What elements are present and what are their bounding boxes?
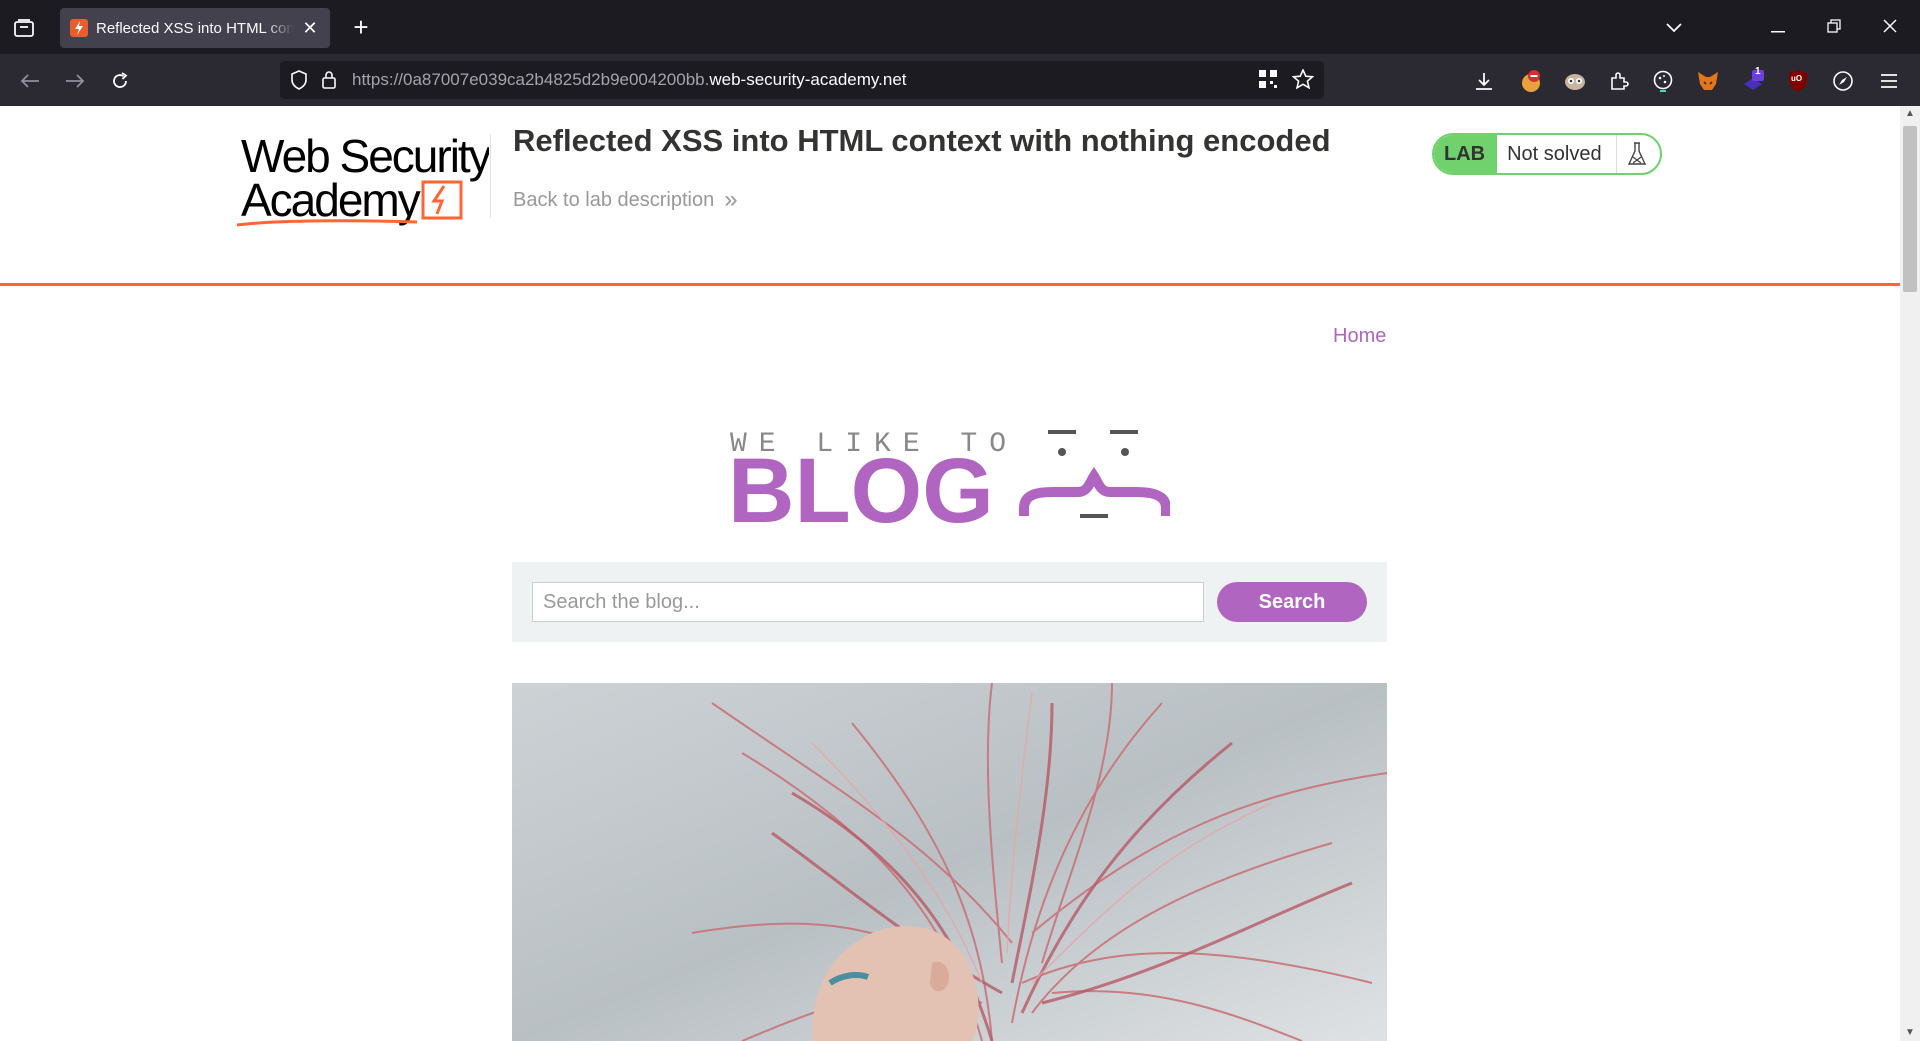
browser-window: Reflected XSS into HTML context with not… bbox=[0, 0, 1920, 1041]
lab-favicon-icon bbox=[70, 19, 88, 37]
metamask-icon[interactable] bbox=[1694, 67, 1722, 95]
web-security-academy-logo[interactable]: Web Security Academy bbox=[236, 130, 494, 230]
new-tab-button[interactable]: + bbox=[346, 13, 376, 43]
blog-banner-logo: WE LIKE TO BLOG bbox=[728, 404, 1171, 542]
tab-strip: Reflected XSS into HTML context with not… bbox=[0, 0, 1920, 54]
tracking-protection-shield-icon[interactable] bbox=[288, 69, 310, 91]
reload-icon[interactable] bbox=[104, 65, 136, 97]
extension-badge: 1 bbox=[1755, 66, 1761, 77]
scroll-up-arrow-icon[interactable]: ▲ bbox=[1900, 106, 1920, 122]
search-panel: Search the blog... Search bbox=[512, 562, 1387, 642]
lab-title: Reflected XSS into HTML context with not… bbox=[513, 123, 1331, 158]
navigation-toolbar: https://0a87007e039ca2b4825d2b9e004200bb… bbox=[0, 54, 1920, 106]
close-window-button[interactable] bbox=[1870, 12, 1910, 42]
flask-icon bbox=[1617, 141, 1657, 167]
qr-code-icon[interactable] bbox=[1258, 69, 1278, 94]
tab-close-icon[interactable]: ✕ bbox=[300, 18, 320, 39]
url-text[interactable]: https://0a87007e039ca2b4825d2b9e004200bb… bbox=[352, 70, 907, 90]
nav-home-link[interactable]: Home bbox=[1333, 325, 1386, 348]
bookmark-star-icon[interactable] bbox=[1291, 68, 1315, 94]
banner-big-text: BLOG bbox=[728, 440, 994, 524]
logo-line2: Academy bbox=[241, 174, 421, 226]
minimize-button[interactable] bbox=[1758, 12, 1798, 42]
active-tab[interactable]: Reflected XSS into HTML context with not… bbox=[60, 8, 330, 48]
lab-status-text: Not solved bbox=[1497, 135, 1617, 173]
search-input[interactable]: Search the blog... bbox=[532, 582, 1204, 622]
cookie-icon[interactable] bbox=[1649, 67, 1677, 95]
ublock-origin-icon[interactable]: uO bbox=[1784, 67, 1812, 95]
web-page: Web Security Academy Reflected XSS into … bbox=[0, 106, 1900, 1041]
tab-title: Reflected XSS into HTML context with not… bbox=[96, 19, 294, 37]
page-scrollbar[interactable]: ▲ ▼ bbox=[1900, 106, 1920, 1041]
double-chevron-right-icon: » bbox=[724, 186, 738, 213]
privacy-badger-icon[interactable] bbox=[1561, 67, 1589, 95]
forward-arrow-icon[interactable] bbox=[59, 65, 91, 97]
lab-status-widget: LAB Not solved bbox=[1432, 133, 1662, 175]
list-all-tabs-button[interactable] bbox=[1654, 12, 1694, 42]
blog-post-image[interactable] bbox=[512, 683, 1387, 1041]
firefox-view-icon[interactable] bbox=[10, 14, 38, 42]
header-divider bbox=[490, 134, 491, 218]
back-arrow-icon[interactable] bbox=[14, 65, 46, 97]
compass-icon[interactable] bbox=[1829, 67, 1857, 95]
lab-header: Web Security Academy Reflected XSS into … bbox=[0, 106, 1900, 286]
url-bar-actions bbox=[1258, 68, 1315, 94]
extensions-icon[interactable] bbox=[1605, 67, 1633, 95]
notification-extension-icon[interactable]: 1 bbox=[1739, 66, 1767, 95]
search-button[interactable]: Search bbox=[1217, 582, 1367, 622]
ublock-label: uO bbox=[1791, 74, 1803, 83]
lock-icon[interactable] bbox=[318, 69, 340, 91]
back-link-text: Back to lab description bbox=[513, 188, 715, 211]
lab-badge: LAB bbox=[1434, 135, 1498, 173]
scroll-thumb[interactable] bbox=[1903, 126, 1917, 292]
url-prefix: https://0a87007e039ca2b4825d2b9e004200bb… bbox=[352, 70, 710, 89]
scroll-down-arrow-icon[interactable]: ▼ bbox=[1900, 1025, 1920, 1041]
ublock-stop-icon[interactable] bbox=[1517, 67, 1545, 95]
download-icon[interactable] bbox=[1470, 67, 1498, 95]
url-bar[interactable]: https://0a87007e039ca2b4825d2b9e004200bb… bbox=[280, 61, 1324, 99]
url-domain: web-security-academy.net bbox=[709, 70, 907, 89]
menu-icon[interactable] bbox=[1875, 67, 1903, 95]
back-to-lab-description-link[interactable]: Back to lab description » bbox=[513, 186, 738, 214]
restore-button[interactable] bbox=[1814, 12, 1854, 42]
